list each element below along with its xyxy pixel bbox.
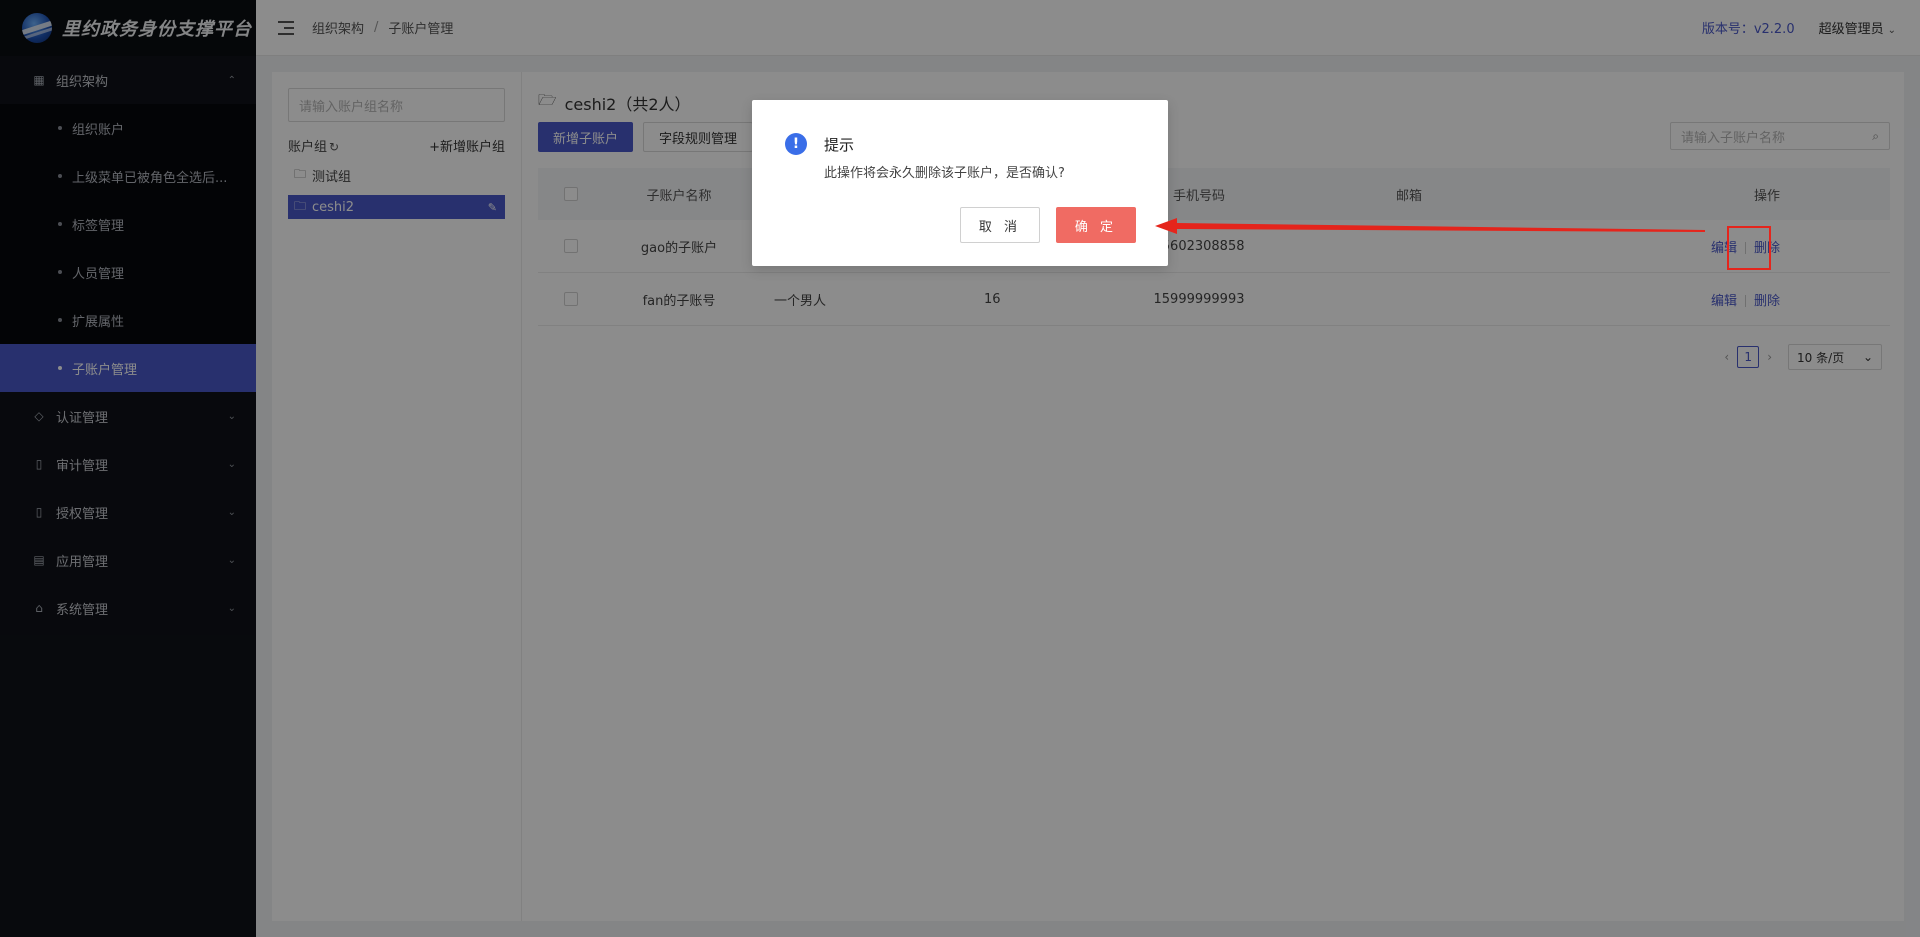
confirm-dialog: ! 提示 此操作将会永久删除该子账户，是否确认? 取 消 确 定 xyxy=(752,100,1168,266)
annotation-highlight-box xyxy=(1727,226,1771,270)
cancel-button[interactable]: 取 消 xyxy=(960,207,1040,243)
dialog-buttons: 取 消 确 定 xyxy=(960,207,1136,243)
exclamation-icon: ! xyxy=(785,133,807,155)
confirm-button[interactable]: 确 定 xyxy=(1056,207,1136,243)
annotation-arrow-icon xyxy=(1155,218,1705,234)
dialog-title: 提示 xyxy=(824,136,855,154)
dialog-message: 此操作将会永久删除该子账户，是否确认? xyxy=(824,166,1065,181)
